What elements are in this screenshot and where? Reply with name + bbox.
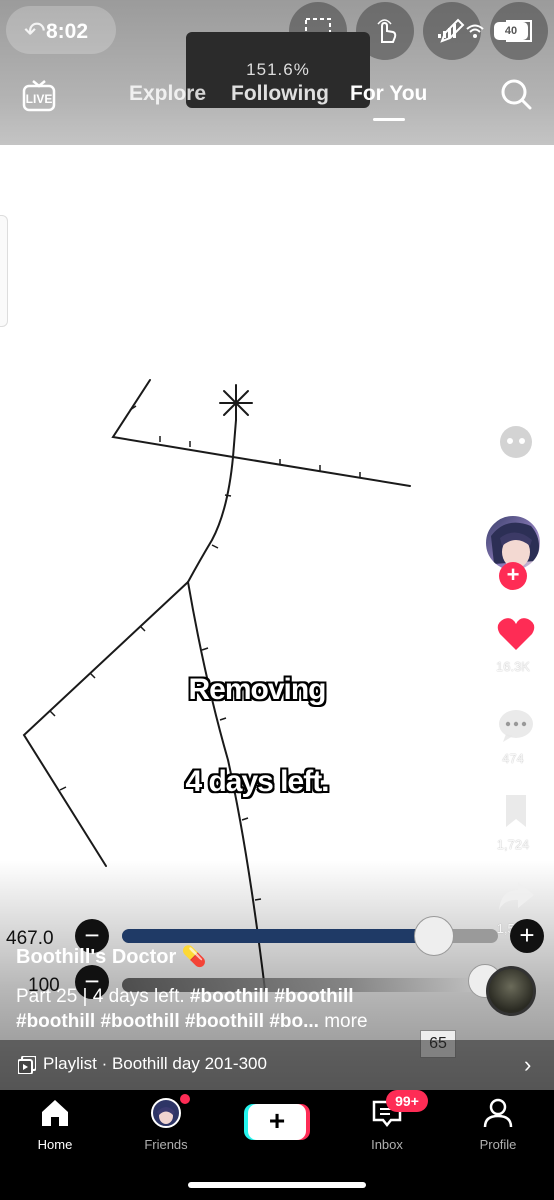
plus-icon: +	[268, 1105, 286, 1136]
profile-icon	[483, 1098, 513, 1128]
nav-profile[interactable]: Profile	[453, 1098, 543, 1152]
hashtag[interactable]: #bo...	[269, 1011, 319, 1032]
nav-profile-label: Profile	[479, 1137, 517, 1152]
nav-friends-label: Friends	[144, 1137, 188, 1152]
heart-icon	[497, 618, 534, 650]
pill-emoji: 💊	[181, 946, 207, 968]
friends-avatar-icon	[151, 1098, 181, 1128]
creator-username[interactable]: Boothill's Doctor 💊	[16, 944, 207, 969]
hashtag[interactable]: #boothill	[16, 1011, 95, 1032]
hashtag[interactable]: #boothill	[190, 986, 269, 1007]
video-caption-removing: Removing	[188, 673, 326, 706]
ai-chat-button[interactable]	[488, 422, 538, 467]
home-indicator	[188, 1182, 366, 1188]
friends-notification-dot	[180, 1094, 190, 1104]
ai-bubble-icon	[499, 426, 532, 458]
bookmark-icon	[505, 795, 526, 827]
playlist-icon	[18, 1056, 36, 1074]
share-icon	[498, 882, 534, 910]
follow-button[interactable]: +	[499, 562, 527, 590]
hashtag[interactable]: #boothill	[100, 1011, 179, 1032]
home-icon	[42, 1100, 68, 1126]
hashtag[interactable]: #boothill	[274, 986, 353, 1007]
nav-inbox-label: Inbox	[371, 1137, 403, 1152]
hashtag[interactable]: #boothill	[185, 1011, 264, 1032]
nav-home-label: Home	[37, 1137, 73, 1152]
more-link[interactable]: more	[324, 1011, 367, 1032]
save-count: 1,724	[496, 837, 530, 852]
save-button[interactable]: 1,724	[488, 792, 538, 852]
video-caption-days-left: 4 days left.	[185, 765, 329, 798]
comment-button[interactable]: 474	[488, 708, 538, 766]
inbox-badge: 99+	[386, 1090, 428, 1112]
nav-friends[interactable]: Friends	[121, 1098, 211, 1152]
nav-home[interactable]: Home	[10, 1098, 100, 1152]
playlist-bar[interactable]: Playlist · Boothill day 201-300 ›	[0, 1040, 554, 1090]
music-disc[interactable]	[486, 966, 536, 1016]
create-button[interactable]: +	[248, 1104, 306, 1140]
like-count: 16.3K	[496, 659, 530, 674]
playlist-label: Playlist · Boothill day 201-300	[43, 1054, 267, 1073]
description-lead: Part 25 | 4 days left.	[16, 986, 185, 1007]
chevron-right-icon: ›	[524, 1052, 532, 1077]
comment-count: 474	[502, 751, 524, 766]
brush-size-fill	[122, 929, 434, 943]
comment-icon	[498, 710, 533, 742]
like-button[interactable]: 16.3K	[488, 616, 538, 674]
brush-size-increase-button[interactable]: +	[510, 919, 544, 953]
post-description[interactable]: Part 25 | 4 days left. #boothill #boothi…	[16, 984, 436, 1034]
username-text: Boothill's Doctor	[16, 946, 177, 968]
brush-size-knob[interactable]	[414, 916, 454, 956]
